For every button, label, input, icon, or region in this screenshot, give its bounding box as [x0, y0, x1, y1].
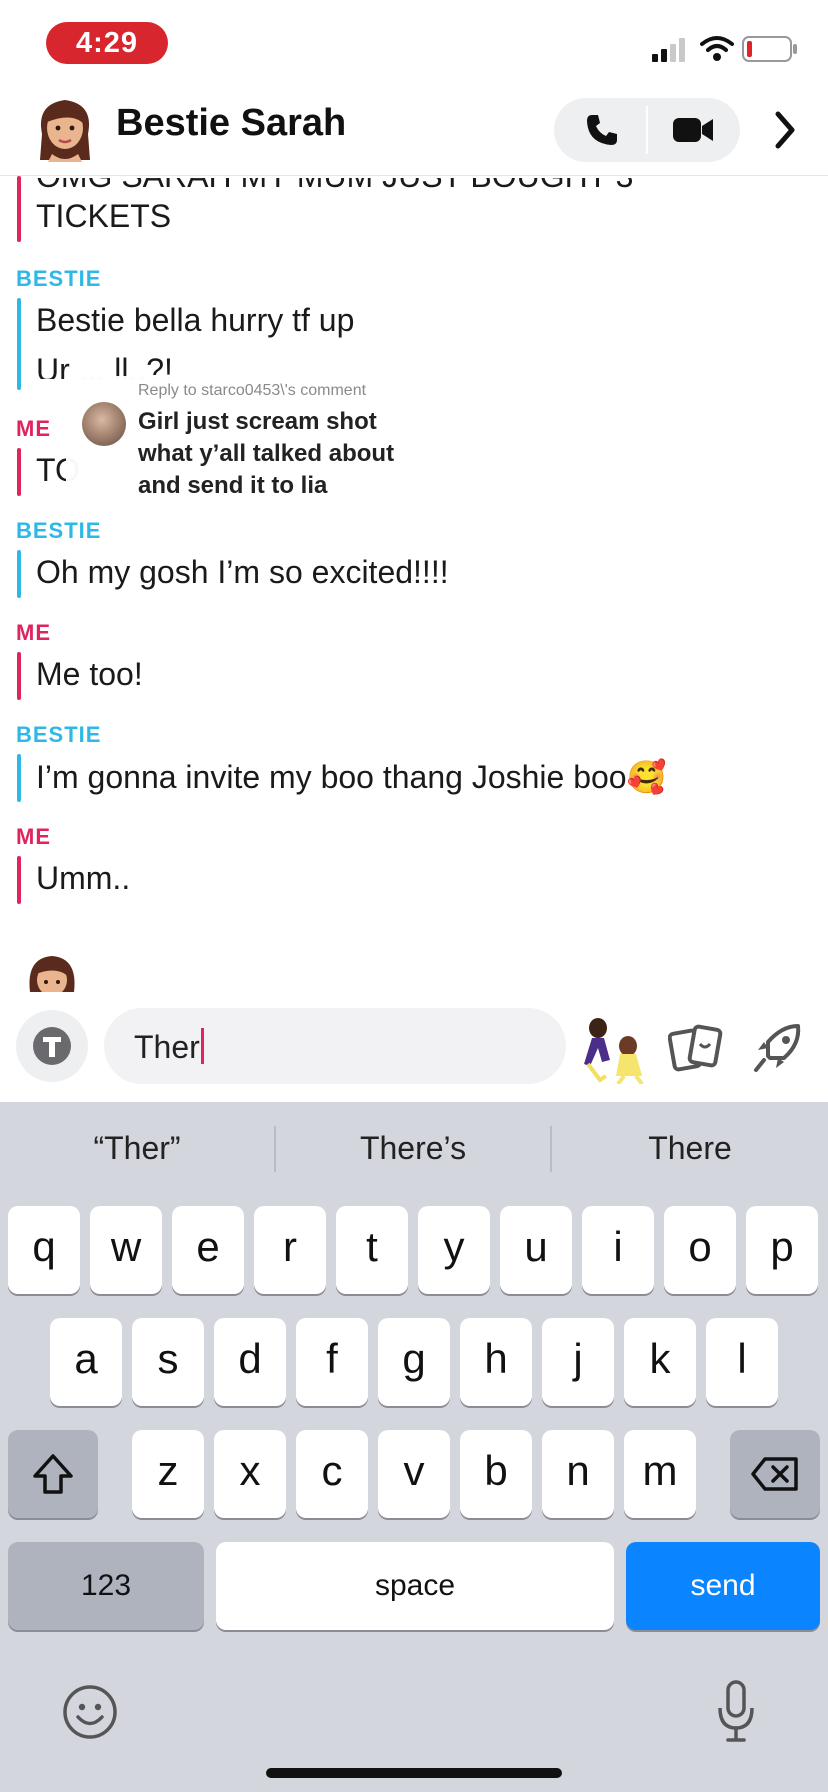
bitmoji-avatar[interactable] — [32, 94, 98, 162]
cards-icon[interactable] — [668, 1022, 724, 1074]
chevron-right-icon[interactable] — [770, 108, 800, 152]
message-bar — [17, 652, 21, 700]
key-j[interactable]: j — [542, 1318, 614, 1406]
message-text: OMG SARAH MY MUM JUST BOUGHT 3 — [36, 176, 634, 194]
message-text: I’m gonna invite my boo thang Joshie boo… — [36, 759, 667, 795]
message-text: Umm.. — [36, 860, 131, 896]
ios-keyboard: “Ther” There’s There q w e r t y u i o p… — [0, 1102, 828, 1792]
key-e[interactable]: e — [172, 1206, 244, 1294]
cellular-signal-icon — [652, 38, 685, 62]
microphone-icon[interactable] — [716, 1680, 756, 1744]
rocket-icon[interactable] — [752, 1020, 806, 1074]
numbers-key[interactable]: 123 — [8, 1542, 204, 1630]
key-v[interactable]: v — [378, 1430, 450, 1518]
key-c[interactable]: c — [296, 1430, 368, 1518]
key-o[interactable]: o — [664, 1206, 736, 1294]
message-bar — [17, 448, 21, 496]
reply-meta: Reply to starco0453\'s comment — [138, 382, 367, 399]
text-caret — [200, 1028, 204, 1064]
key-i[interactable]: i — [582, 1206, 654, 1294]
bitmoji-typing-avatar — [29, 956, 75, 992]
key-m[interactable]: m — [624, 1430, 696, 1518]
bitmoji-sticker-button[interactable] — [580, 1014, 648, 1084]
message-bar — [17, 176, 21, 242]
key-y[interactable]: y — [418, 1206, 490, 1294]
wifi-icon — [700, 36, 734, 61]
message-sender: BESTIE — [16, 722, 102, 747]
send-key[interactable]: send — [626, 1542, 820, 1630]
status-time: 4:29 — [46, 22, 168, 64]
key-p[interactable]: p — [746, 1206, 818, 1294]
key-w[interactable]: w — [90, 1206, 162, 1294]
message-bar — [17, 856, 21, 904]
key-q[interactable]: q — [8, 1206, 80, 1294]
key-k[interactable]: k — [624, 1318, 696, 1406]
commenter-avatar — [82, 402, 126, 446]
key-b[interactable]: b — [460, 1430, 532, 1518]
key-t[interactable]: t — [336, 1206, 408, 1294]
home-indicator[interactable] — [266, 1768, 562, 1778]
key-r[interactable]: r — [254, 1206, 326, 1294]
key-f[interactable]: f — [296, 1318, 368, 1406]
key-x[interactable]: x — [214, 1430, 286, 1518]
key-s[interactable]: s — [132, 1318, 204, 1406]
backspace-key[interactable] — [730, 1430, 820, 1518]
message-text: Oh my gosh I’m so excited!!!! — [36, 554, 449, 590]
message-text: Me too! — [36, 656, 143, 692]
key-n[interactable]: n — [542, 1430, 614, 1518]
input-text: Ther — [134, 1029, 200, 1065]
message-sender: BESTIE — [16, 266, 102, 291]
key-d[interactable]: d — [214, 1318, 286, 1406]
battery-icon — [742, 36, 797, 62]
video-call-icon[interactable] — [672, 114, 714, 146]
shift-key[interactable] — [8, 1430, 98, 1518]
key-h[interactable]: h — [460, 1318, 532, 1406]
message-bar — [17, 754, 21, 802]
chat-thread: OMG SARAH MY MUM JUST BOUGHT 3 TICKETS B… — [0, 176, 828, 992]
backspace-icon — [751, 1457, 798, 1491]
call-buttons — [554, 98, 740, 162]
message-text: TICKETS — [36, 198, 172, 234]
message-bar — [17, 298, 21, 390]
status-bar: 4:29 — [0, 0, 828, 88]
message-text: Bestie bella hurry tf up — [36, 302, 355, 338]
key-a[interactable]: a — [50, 1318, 122, 1406]
suggestion-2[interactable]: There’s — [276, 1102, 550, 1194]
key-l[interactable]: l — [706, 1318, 778, 1406]
message-sender: BESTIE — [16, 518, 102, 543]
message-bar — [17, 550, 21, 598]
chat-header: Bestie Sarah — [0, 88, 828, 176]
text-t-icon — [33, 1027, 71, 1065]
emoji-icon[interactable] — [62, 1684, 118, 1740]
suggestion-3[interactable]: There — [552, 1102, 828, 1194]
reply-comment-overlay: Reply to starco0453\'s comment Girl just… — [66, 376, 446, 516]
chat-input[interactable]: Ther — [104, 1008, 566, 1084]
reply-comment-text: Girl just scream shot what y’all talked … — [138, 408, 395, 499]
call-divider — [646, 106, 648, 154]
key-g[interactable]: g — [378, 1318, 450, 1406]
chat-title[interactable]: Bestie Sarah — [116, 102, 346, 145]
suggestion-1[interactable]: “Ther” — [0, 1102, 274, 1194]
key-u[interactable]: u — [500, 1206, 572, 1294]
space-key[interactable]: space — [216, 1542, 614, 1630]
text-mode-button[interactable] — [16, 1010, 88, 1082]
message-sender: ME — [16, 620, 51, 645]
phone-call-icon[interactable] — [584, 112, 620, 148]
shift-icon — [33, 1454, 73, 1494]
key-z[interactable]: z — [132, 1430, 204, 1518]
chat-input-value[interactable]: Ther — [134, 1028, 204, 1066]
message-composer: Ther — [0, 992, 828, 1102]
message-sender: ME — [16, 824, 51, 849]
message-sender: ME — [16, 416, 51, 441]
